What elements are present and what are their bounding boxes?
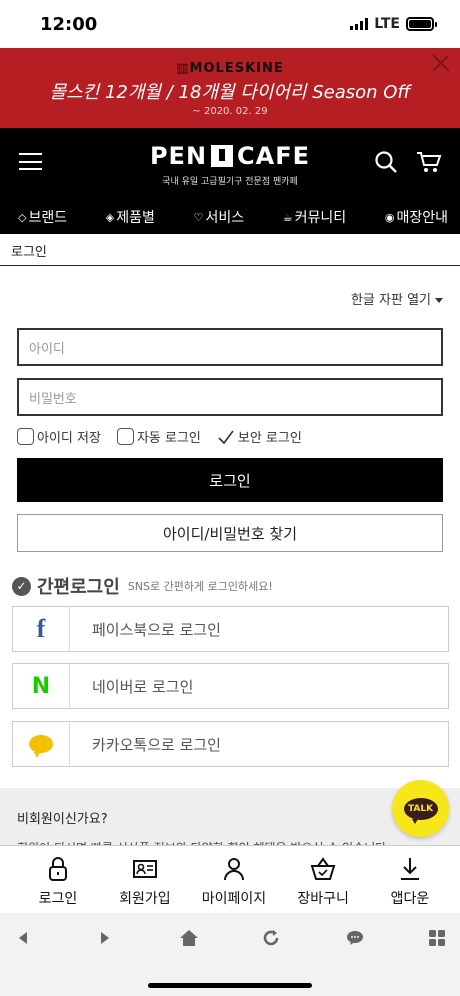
nav-item-products[interactable]: ◈ 제품별 [106,207,155,227]
cup-icon: ☕ [282,210,293,224]
guest-title: 비회원이신가요? [17,812,108,827]
easy-login-subtitle: SNS로 간편하게 로그인하세요! [127,580,273,593]
nav-item-store[interactable]: ◉ 매장안내 [385,207,448,227]
location-pin-icon: ◉ [384,210,395,224]
heart-icon: ♡ [193,210,204,224]
kakao-login-button[interactable]: 카카오톡으로 로그인 [12,721,449,767]
id-card-icon [132,860,157,878]
bottom-nav-signup[interactable]: 회원가입 [115,856,175,913]
tag-icon: ◇ [18,210,27,224]
easy-login-title: 간편로그인 [37,577,120,598]
status-time: 12:00 [40,13,98,35]
secure-login-label: 보안 로그인 [237,431,302,446]
signal-icon [350,18,369,30]
refresh-icon[interactable] [260,927,282,949]
battery-icon [406,17,437,31]
status-indicators: LTE [350,16,437,32]
bottom-nav-label: 회원가입 [119,891,171,907]
download-icon [400,858,419,880]
logo-text-pen: PEN [149,142,208,170]
forward-icon[interactable] [94,927,116,949]
bottom-nav-label: 마이페이지 [201,891,267,907]
kakao-talk-button[interactable]: TALK [392,780,449,837]
cart-icon[interactable] [416,150,442,178]
nav-label: 매장안내 [396,210,448,226]
bottom-nav-mypage[interactable]: 마이페이지 [202,856,266,913]
facebook-login-button[interactable]: f 페이스북으로 로그인 [12,606,449,652]
save-id-checkbox[interactable]: 아이디 저장 [17,427,101,446]
auto-login-label: 자동 로그인 [136,431,201,446]
naver-icon: N [31,673,51,699]
save-id-label: 아이디 저장 [37,431,101,446]
home-indicator [148,983,312,988]
nav-label: 서비스 [205,210,245,226]
checkbox-icon [17,428,34,445]
keyboard-toggle-link[interactable]: 한글 자판 열기 [351,289,443,308]
search-icon[interactable] [374,150,398,178]
facebook-icon: f [36,614,46,643]
chat-icon[interactable] [344,927,366,949]
nav-label: 제품별 [116,210,155,226]
nav-item-community[interactable]: ☕ 커뮤니티 [283,207,346,227]
nav-label: 커뮤니티 [294,210,347,226]
network-label: LTE [374,16,400,32]
kakao-login-label: 카카오톡으로 로그인 [92,735,221,754]
bottom-nav-label: 장바구니 [297,891,349,907]
nav-item-service[interactable]: ♡ 서비스 [194,207,245,227]
checkbox-icon [116,428,134,445]
banner-title: 몰스킨 12개월 / 18개월 다이어리 Season Off [49,82,411,103]
bottom-nav-label: 로그인 [38,891,78,907]
basket-icon [310,857,336,880]
banner-date: ~ 2020. 02. 29 [192,106,268,117]
nav-label: 브랜드 [28,210,68,226]
bottom-nav-app[interactable]: 앱다운 [380,856,440,913]
site-header: PEN CAFE 국내 유일 고급필기구 전문점 펜카페 ◇ 브랜드 ◈ 제품별 ♡… [0,128,460,234]
close-icon[interactable] [430,52,452,74]
person-icon [223,858,244,881]
banner-brand: ▥MOLESKINE [176,61,284,76]
bottom-nav: 로그인 회원가입 마이페이지 장바구니 앱다운 [0,845,460,913]
bottom-nav-label: 앱다운 [390,891,430,907]
naver-login-label: 네이버로 로그인 [92,677,194,696]
breadcrumb: 로그인 [0,234,460,266]
naver-login-button[interactable]: N 네이버로 로그인 [12,663,449,709]
login-button[interactable]: 로그인 [17,458,443,502]
promo-banner[interactable]: ▥MOLESKINE 몰스킨 12개월 / 18개월 다이어리 Season O… [0,48,460,128]
id-input[interactable]: 아이디 [17,328,443,366]
find-account-button[interactable]: 아이디/비밀번호 찾기 [17,514,443,552]
logo-text-cafe: CAFE [237,142,311,170]
main-nav: ◇ 브랜드 ◈ 제품별 ♡ 서비스 ☕ 커뮤니티 ◉ 매장안내 [0,200,460,234]
home-icon[interactable] [178,927,200,949]
easy-login-heading: ✓ 간편로그인 SNS로 간편하게 로그인하세요! [12,573,273,599]
talk-bubble-icon: TALK [403,797,438,824]
bottom-nav-login[interactable]: 로그인 [28,856,88,913]
kakao-icon [29,735,53,758]
logo-mark-icon [211,145,234,167]
check-circle-icon: ✓ [12,576,31,596]
status-bar: 12:00 LTE [0,0,460,48]
facebook-login-label: 페이스북으로 로그인 [92,620,221,639]
password-input[interactable]: 비밀번호 [17,378,443,416]
bottom-nav-cart[interactable]: 장바구니 [293,856,353,913]
grid-icon[interactable] [426,927,448,949]
pen-nib-icon: ◈ [105,210,115,224]
nav-item-brand[interactable]: ◇ 브랜드 [18,207,67,227]
secure-login-toggle[interactable]: 보안 로그인 [217,427,302,446]
login-options: 아이디 저장 자동 로그인 보안 로그인 [17,427,302,446]
checkmark-icon [218,430,234,444]
back-icon[interactable] [12,927,34,949]
auto-login-checkbox[interactable]: 자동 로그인 [116,427,201,446]
lock-icon [49,857,67,881]
browser-toolbar [0,913,460,996]
